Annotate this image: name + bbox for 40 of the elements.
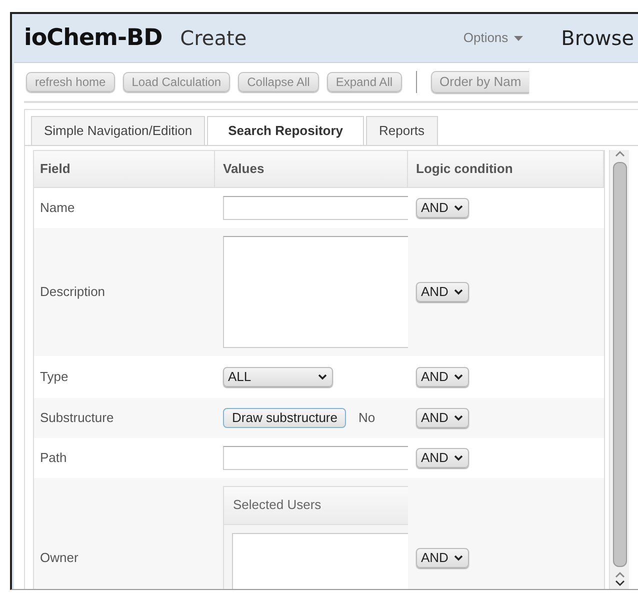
chevron-icon [454, 288, 464, 294]
chevron-icon [454, 204, 464, 210]
logic-dropdown[interactable]: AND [416, 198, 470, 218]
input-field[interactable] [223, 196, 408, 220]
field-label: Type [40, 368, 68, 386]
tab[interactable]: Reports [366, 116, 438, 144]
column-header: Values [215, 150, 408, 186]
browse-menu[interactable]: Browse [561, 23, 634, 53]
column-header: Field [34, 150, 215, 186]
options-menu[interactable]: Options [463, 28, 524, 48]
tab[interactable]: Simple Navigation/Edition [31, 116, 206, 144]
scrollbar-thumb[interactable] [612, 162, 626, 567]
create-menu[interactable]: Create [180, 23, 247, 53]
scroll-up-icon[interactable] [614, 150, 624, 158]
field-label: Owner [40, 548, 78, 567]
chevron-icon [318, 374, 327, 380]
status-text: No [358, 408, 376, 427]
type-dropdown[interactable]: ALL [223, 366, 333, 386]
field-label: Path [40, 448, 67, 467]
field-label: Substructure [40, 408, 114, 427]
chevron-icon [454, 454, 464, 460]
scroll-down-icon[interactable] [614, 579, 624, 587]
field-label: Name [40, 198, 75, 217]
logic-dropdown[interactable]: AND [416, 448, 470, 468]
logic-dropdown[interactable]: AND [416, 282, 470, 302]
logic-dropdown[interactable]: AND [416, 408, 470, 428]
scrollbar[interactable] [609, 150, 629, 589]
chevron-icon [454, 414, 464, 420]
column-header: Logic condition [408, 150, 604, 186]
field-label: Description [40, 282, 106, 301]
chevron-icon [454, 374, 464, 380]
chevron-icon [454, 554, 464, 560]
caret-icon [514, 36, 524, 40]
input-field[interactable] [223, 446, 408, 470]
draw-button[interactable]: Draw substructure [223, 408, 346, 428]
app-logo[interactable]: ioChem-BD [24, 20, 162, 56]
logic-dropdown[interactable]: AND [416, 548, 470, 568]
logic-dropdown[interactable]: AND [416, 366, 470, 386]
panel-title: Selected Users [224, 486, 408, 524]
tab[interactable]: Search Repository [207, 116, 364, 144]
